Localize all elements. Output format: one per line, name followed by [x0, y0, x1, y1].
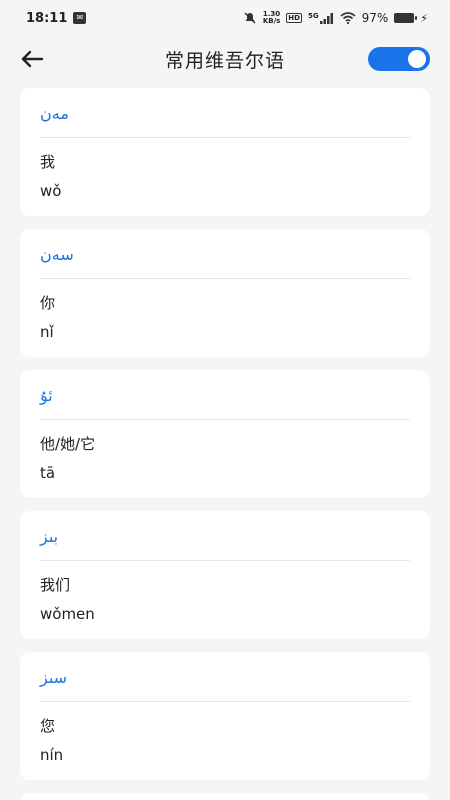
chinese-text: 你: [40, 294, 56, 312]
uyghur-text: بىز: [40, 527, 59, 546]
phrase-list: مەن 我 wǒ سەن 你 nǐ ئۇ 他/她/它 tā بىز 我们 wǒm…: [20, 88, 430, 800]
phrase-card[interactable]: سەن 你 nǐ: [20, 229, 430, 357]
toggle-knob: [408, 50, 426, 68]
status-time: 18:11: [26, 10, 68, 26]
wifi-icon: [340, 12, 356, 24]
divider: [40, 560, 410, 561]
uyghur-text: سەن: [40, 245, 74, 264]
page-title: 常用维吾尔语: [164, 49, 285, 72]
pinyin-text: tā: [40, 464, 56, 482]
divider: [40, 137, 410, 138]
status-right: 1.30 KB/s HD 5G 97% ⚡: [243, 11, 428, 25]
chinese-text: 他/她/它: [40, 435, 96, 453]
chinese-text: 我: [40, 153, 56, 171]
charging-icon: ⚡: [420, 11, 428, 25]
status-left: 18:11 ✉: [26, 10, 87, 26]
phrase-card-partial[interactable]: [20, 793, 430, 800]
pinyin-text: wǒmen: [40, 605, 95, 623]
app-header: 常用维吾尔语: [0, 36, 450, 82]
back-button[interactable]: [18, 45, 46, 73]
phrase-card[interactable]: سىز 您 nín: [20, 652, 430, 780]
phrase-card[interactable]: مەن 我 wǒ: [20, 88, 430, 216]
battery-icon: [394, 13, 418, 23]
hd-icon: HD: [286, 13, 302, 23]
uyghur-text: سىز: [40, 668, 68, 687]
uyghur-text: مەن: [40, 104, 69, 123]
phrase-card[interactable]: ئۇ 他/她/它 tā: [20, 370, 430, 498]
speed-unit: KB/s: [262, 17, 281, 25]
chinese-text: 我们: [40, 576, 71, 594]
battery-percent: 97%: [361, 11, 389, 25]
network-speed: 1.30 KB/s: [263, 11, 280, 25]
status-bar: 18:11 ✉ 1.30 KB/s HD 5G 97% ⚡: [0, 0, 450, 36]
display-toggle[interactable]: [368, 47, 430, 71]
divider: [40, 419, 410, 420]
pinyin-text: nín: [40, 746, 64, 764]
back-arrow-icon: [21, 50, 44, 68]
network-label: 5G: [307, 11, 319, 20]
notification-icon: ✉: [73, 12, 87, 24]
divider: [40, 278, 410, 279]
signal-bars-icon: [319, 12, 333, 24]
divider: [40, 701, 410, 702]
uyghur-text: ئۇ: [40, 386, 53, 405]
mute-icon: [244, 12, 256, 24]
pinyin-text: nǐ: [40, 323, 54, 341]
signal-5g-icon: 5G: [307, 11, 334, 24]
pinyin-text: wǒ: [40, 182, 62, 200]
phrase-card[interactable]: بىز 我们 wǒmen: [20, 511, 430, 639]
chinese-text: 您: [40, 717, 56, 735]
